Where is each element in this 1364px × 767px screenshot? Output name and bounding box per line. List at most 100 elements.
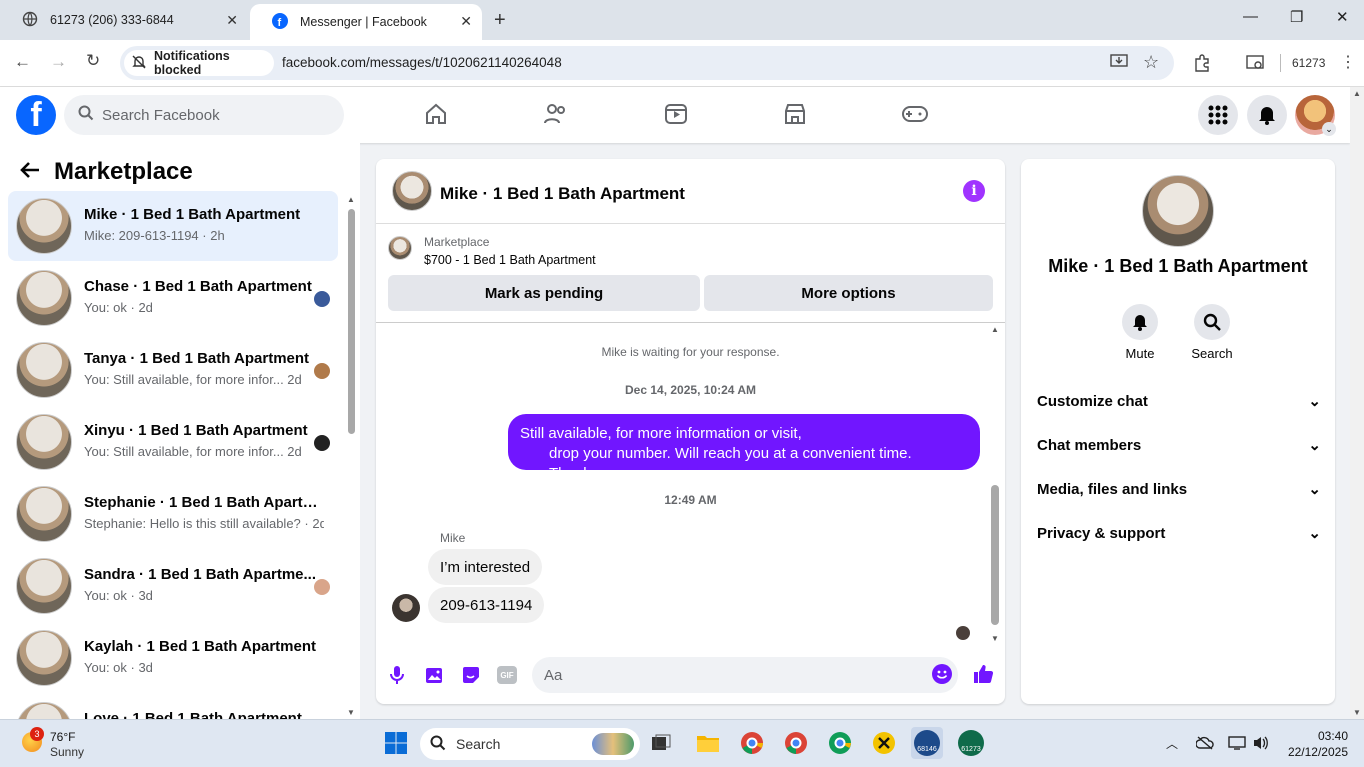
- bell-icon: [1122, 304, 1158, 340]
- browser-tab-2[interactable]: f Messenger | Facebook ✕: [250, 4, 482, 40]
- maximize-icon[interactable]: ❐: [1290, 8, 1303, 26]
- app-x-icon[interactable]: [868, 727, 900, 759]
- clock-date[interactable]: 22/12/2025: [1280, 745, 1348, 759]
- menu-kebab-icon[interactable]: ⋮: [1340, 52, 1356, 72]
- profile-label[interactable]: 61273: [1292, 56, 1325, 70]
- customize-chat-section[interactable]: Customize chat ⌄: [1037, 383, 1321, 419]
- listing-thumbnail: [16, 342, 72, 398]
- marketplace-icon[interactable]: [781, 100, 809, 128]
- conversation-preview: Stephanie: Hello is this still available…: [84, 516, 324, 531]
- minimize-icon[interactable]: —: [1243, 8, 1258, 25]
- divider: [376, 322, 1005, 323]
- chat-details-panel: Mike · 1 Bed 1 Bath Apartment Mute Searc…: [1021, 159, 1335, 704]
- close-window-icon[interactable]: ✕: [1336, 8, 1349, 26]
- chat-title[interactable]: Mike · 1 Bed 1 Bath Apartment: [440, 184, 685, 204]
- list-item[interactable]: Love · 1 Bed 1 Bath Apartment: [8, 695, 338, 719]
- close-tab-icon[interactable]: ✕: [460, 13, 472, 30]
- more-options-button[interactable]: More options: [704, 275, 993, 311]
- mark-as-pending-button[interactable]: Mark as pending: [388, 275, 700, 311]
- menu-grid-icon[interactable]: [1198, 95, 1238, 135]
- task-view-icon[interactable]: [645, 727, 677, 759]
- tab-search-icon[interactable]: [1246, 55, 1264, 76]
- back-arrow-icon[interactable]: [20, 158, 40, 186]
- list-item[interactable]: Kaylah · 1 Bed 1 Bath Apartment You: ok …: [8, 623, 338, 693]
- taskbar-app-68146[interactable]: 68146: [911, 727, 943, 759]
- incoming-message[interactable]: I’m interested: [428, 549, 543, 585]
- notifications-blocked-chip[interactable]: Notifications blocked: [124, 49, 274, 77]
- list-item[interactable]: Chase · 1 Bed 1 Bath Apartment You: ok ·…: [8, 263, 338, 333]
- outgoing-message[interactable]: Still available, for more information or…: [508, 414, 980, 482]
- message-input[interactable]: Aa: [532, 657, 958, 693]
- forward-icon[interactable]: →: [50, 52, 67, 72]
- chat-header: Mike · 1 Bed 1 Bath Apartment i: [376, 159, 1005, 224]
- back-icon[interactable]: ←: [14, 52, 31, 72]
- chat-scrollbar[interactable]: ▲ ▼: [990, 325, 1000, 643]
- section-label: Media, files and links: [1037, 480, 1188, 498]
- cloud-off-icon[interactable]: [1195, 736, 1214, 755]
- url-text[interactable]: facebook.com/messages/t/1020621140264048: [282, 55, 562, 70]
- microphone-icon[interactable]: [389, 665, 405, 690]
- tab-title: 61273 (206) 333-6844: [50, 13, 174, 27]
- volume-icon[interactable]: [1252, 735, 1270, 756]
- taskbar-search[interactable]: Search: [420, 728, 640, 760]
- sender-avatar[interactable]: [392, 594, 420, 622]
- facebook-search-input[interactable]: Search Facebook: [64, 95, 344, 135]
- section-label: Chat members: [1037, 436, 1142, 454]
- list-item[interactable]: Stephanie · 1 Bed 1 Bath Apartm... Steph…: [8, 479, 338, 549]
- page-scrollbar[interactable]: ▲ ▼: [1350, 87, 1364, 719]
- facebook-logo-icon[interactable]: f: [16, 95, 56, 135]
- photo-icon[interactable]: [425, 665, 445, 690]
- home-icon[interactable]: [422, 100, 450, 128]
- friends-icon[interactable]: [542, 100, 570, 128]
- incoming-message[interactable]: 209-613-1194: [428, 587, 545, 623]
- taskbar-search-label: Search: [456, 736, 501, 752]
- close-tab-icon[interactable]: ✕: [226, 12, 238, 29]
- emoji-icon[interactable]: [932, 664, 952, 684]
- sticker-icon[interactable]: [461, 665, 481, 690]
- gif-icon[interactable]: GIF: [497, 666, 517, 684]
- search-conversation-button[interactable]: Search: [1177, 304, 1247, 361]
- chevron-down-icon: ⌄: [1308, 525, 1321, 542]
- sidebar-scrollbar[interactable]: ▲ ▼: [346, 195, 356, 717]
- extensions-icon[interactable]: [1193, 54, 1211, 77]
- listing-thumbnail: [16, 558, 72, 614]
- omnibox[interactable]: [120, 46, 1174, 80]
- windows-start-icon[interactable]: [380, 727, 412, 759]
- privacy-support-section[interactable]: Privacy & support ⌄: [1037, 515, 1321, 551]
- chat-members-section[interactable]: Chat members ⌄: [1037, 427, 1321, 463]
- bell-off-icon: [132, 55, 146, 72]
- clock-time[interactable]: 03:40: [1300, 729, 1348, 743]
- notifications-bell-icon[interactable]: [1247, 95, 1287, 135]
- info-icon[interactable]: i: [963, 180, 985, 202]
- chrome-icon[interactable]: [736, 727, 768, 759]
- chrome-profile-icon[interactable]: [824, 727, 856, 759]
- listing-title[interactable]: $700 - 1 Bed 1 Bath Apartment: [424, 253, 596, 267]
- install-app-icon[interactable]: [1110, 54, 1128, 75]
- mute-button[interactable]: Mute: [1105, 304, 1175, 361]
- details-avatar[interactable]: [1142, 175, 1214, 247]
- conversation-preview: You: ok · 3d: [84, 660, 153, 675]
- reload-icon[interactable]: ↻: [86, 51, 100, 71]
- list-item[interactable]: Sandra · 1 Bed 1 Bath Apartme... You: ok…: [8, 551, 338, 621]
- chat-avatar[interactable]: [392, 171, 432, 211]
- listing-thumbnail: [16, 270, 72, 326]
- network-icon[interactable]: [1228, 736, 1246, 755]
- media-files-links-section[interactable]: Media, files and links ⌄: [1037, 471, 1321, 507]
- file-explorer-icon[interactable]: [692, 727, 724, 759]
- chrome-profile-icon[interactable]: [780, 727, 812, 759]
- video-icon[interactable]: [662, 100, 690, 128]
- new-tab-icon[interactable]: +: [494, 9, 506, 32]
- message-placeholder: Aa: [544, 666, 563, 684]
- conversation-name: Chase · 1 Bed 1 Bath Apartment: [84, 278, 312, 295]
- chevron-down-icon[interactable]: ⌄: [1322, 122, 1336, 136]
- tray-chevron-up-icon[interactable]: ︿: [1166, 735, 1178, 752]
- list-item[interactable]: Tanya · 1 Bed 1 Bath Apartment You: Stil…: [8, 335, 338, 405]
- taskbar-app-61273[interactable]: 61273: [955, 727, 987, 759]
- list-item[interactable]: Mike · 1 Bed 1 Bath Apartment Mike: 209-…: [8, 191, 338, 261]
- bookmark-star-icon[interactable]: ☆: [1143, 52, 1159, 73]
- list-item[interactable]: Xinyu · 1 Bed 1 Bath Apartment You: Stil…: [8, 407, 338, 477]
- gaming-icon[interactable]: [901, 100, 929, 128]
- browser-tab-1[interactable]: 61273 (206) 333-6844 ✕: [0, 0, 248, 40]
- thumbs-up-icon[interactable]: [972, 663, 994, 690]
- weather-temp[interactable]: 76°F: [50, 730, 75, 744]
